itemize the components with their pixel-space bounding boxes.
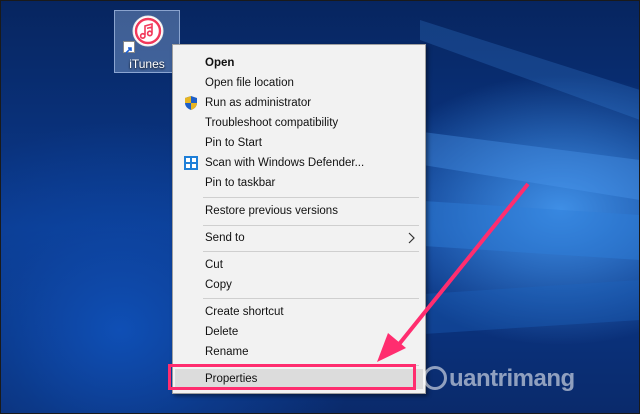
shortcut-arrow-icon: [123, 41, 135, 54]
menu-item-label: Pin to taskbar: [205, 177, 276, 189]
menu-item-label: Properties: [205, 373, 258, 385]
menu-separator: [203, 298, 419, 299]
menu-item-cut[interactable]: Cut: [175, 255, 423, 275]
itunes-desktop-shortcut[interactable]: iTunes: [114, 10, 180, 73]
windows-defender-icon: [184, 156, 198, 170]
menu-item-scan-with-windows-defender[interactable]: Scan with Windows Defender...: [175, 153, 423, 173]
menu-item-run-as-administrator[interactable]: Run as administrator: [175, 93, 423, 113]
menu-item-label: Delete: [205, 326, 239, 338]
menu-item-label: Run as administrator: [205, 97, 312, 109]
chevron-right-icon: [407, 228, 415, 250]
menu-item-label: Open: [205, 57, 235, 69]
menu-item-label: Cut: [205, 259, 223, 271]
desktop-icon-label: iTunes: [129, 57, 165, 71]
menu-item-properties[interactable]: Properties: [175, 369, 423, 389]
menu-item-troubleshoot-compatibility[interactable]: Troubleshoot compatibility: [175, 113, 423, 133]
menu-item-rename[interactable]: Rename: [175, 342, 423, 362]
itunes-icon: [132, 15, 164, 47]
watermark-logo-icon: [423, 366, 447, 390]
menu-separator: [203, 225, 419, 226]
menu-item-label: Troubleshoot compatibility: [205, 117, 339, 129]
menu-item-label: Copy: [205, 279, 232, 291]
menu-item-label: Pin to Start: [205, 137, 262, 149]
menu-separator: [203, 197, 419, 198]
menu-item-send-to[interactable]: Send to: [175, 228, 423, 248]
menu-separator: [203, 365, 419, 366]
menu-item-label: Open file location: [205, 77, 294, 89]
uac-shield-icon: [185, 96, 197, 110]
menu-item-open-file-location[interactable]: Open file location: [175, 73, 423, 93]
menu-item-label: Scan with Windows Defender...: [205, 157, 365, 169]
menu-item-restore-previous-versions[interactable]: Restore previous versions: [175, 201, 423, 221]
menu-item-pin-to-taskbar[interactable]: Pin to taskbar: [175, 173, 423, 193]
menu-item-label: Rename: [205, 346, 249, 358]
context-menu: Open Open file location Run as administr…: [172, 44, 426, 394]
watermark: uantrimang: [423, 364, 575, 394]
menu-item-label: Restore previous versions: [205, 205, 338, 217]
menu-item-pin-to-start[interactable]: Pin to Start: [175, 133, 423, 153]
menu-separator: [203, 251, 419, 252]
watermark-text: uantrimang: [449, 365, 575, 392]
menu-item-open[interactable]: Open: [175, 53, 423, 73]
menu-item-label: Send to: [205, 232, 245, 244]
menu-item-delete[interactable]: Delete: [175, 322, 423, 342]
menu-item-copy[interactable]: Copy: [175, 275, 423, 295]
menu-item-label: Create shortcut: [205, 306, 284, 318]
menu-item-create-shortcut[interactable]: Create shortcut: [175, 302, 423, 322]
